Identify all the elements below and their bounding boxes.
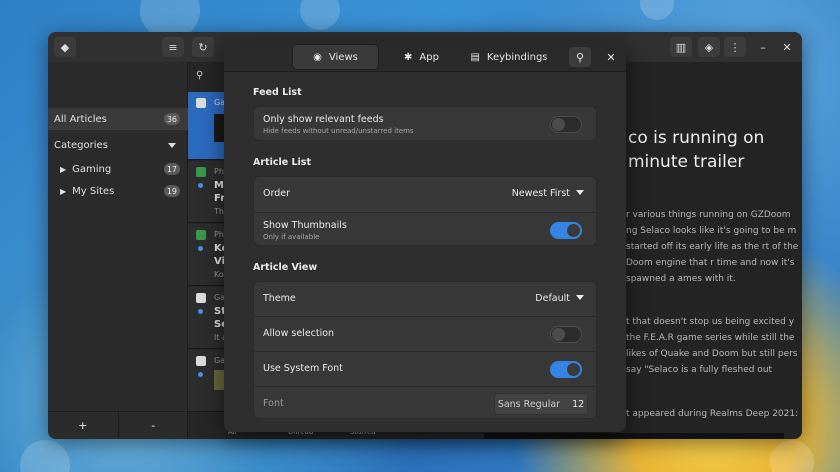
add-feed-button[interactable]: + <box>48 412 119 439</box>
embedded-video <box>484 433 784 439</box>
section-title-feed-list: Feed List <box>253 87 302 98</box>
wallpaper-bubble <box>20 440 70 472</box>
wallpaper-bubble <box>640 0 674 20</box>
unread-dot <box>198 309 203 314</box>
unread-count-badge: 17 <box>163 163 180 175</box>
feed-icon <box>196 98 206 108</box>
font-size: 12 <box>572 398 585 410</box>
allow-selection-row[interactable]: Allow selection <box>254 316 596 351</box>
unread-count-badge: 36 <box>163 113 180 125</box>
font-name: Sans Regular <box>497 398 561 410</box>
gear-icon: ✱ <box>404 51 413 63</box>
sidebar-item-label: My Sites <box>72 185 115 197</box>
allow-selection-label: Allow selection <box>263 328 335 339</box>
only-relevant-feeds-row[interactable]: Only show relevant feeds Hide feeds with… <box>254 107 596 140</box>
close-window-icon[interactable]: ✕ <box>776 37 798 57</box>
order-dropdown[interactable]: Newest First <box>512 188 584 199</box>
minimize-icon[interactable]: – <box>752 37 774 57</box>
show-thumbnails-label: Show Thumbnails <box>263 220 347 231</box>
chevron-down-icon <box>168 143 176 148</box>
tab-label: Keybindings <box>486 51 548 63</box>
show-thumbnails-toggle[interactable] <box>550 222 582 239</box>
chevron-right-icon: ▶ <box>60 186 67 196</box>
tag-icon[interactable]: ◈ <box>698 37 720 57</box>
article-list-card: Order Newest First Show Thumbnails Only … <box>253 176 597 246</box>
unread-dot <box>198 183 203 188</box>
close-icon[interactable]: ✕ <box>600 47 622 67</box>
show-thumbnails-row[interactable]: Show Thumbnails Only if available <box>254 212 596 245</box>
sidebar-item-label: All Articles <box>54 113 107 125</box>
order-value: Newest First <box>511 188 570 199</box>
theme-row[interactable]: Theme Default <box>254 282 596 316</box>
sidebar-item-gaming[interactable]: ▶ Gaming 17 <box>48 158 188 180</box>
eye-icon: ◉ <box>313 51 322 63</box>
reader-icon[interactable]: ▥ <box>670 37 692 57</box>
remove-feed-button[interactable]: - <box>119 412 189 439</box>
font-label: Font <box>263 398 284 409</box>
wallpaper-bubble <box>300 0 340 30</box>
section-title-article-list: Article List <box>253 157 311 168</box>
theme-dropdown[interactable]: Default <box>535 293 584 304</box>
article-title: co is running on minute trailer <box>628 128 765 172</box>
feed-source: Ph <box>214 167 224 176</box>
order-row[interactable]: Order Newest First <box>254 177 596 212</box>
feed-source: Ph <box>214 230 224 239</box>
theme-value: Default <box>535 293 570 304</box>
sidebar-item-all-articles[interactable]: All Articles 36 <box>48 108 188 130</box>
section-title-article-view: Article View <box>253 262 318 273</box>
dialog-header: ◉ Views ✱ App ▤ Keybindings ⚲ ✕ <box>224 42 626 72</box>
tab-label: App <box>419 51 439 63</box>
unread-dot <box>198 246 203 251</box>
feed-icon <box>196 356 206 366</box>
more-menu-icon[interactable]: ⋮ <box>724 37 746 57</box>
sidebar-menu-icon[interactable]: ≡ <box>162 37 184 57</box>
chevron-down-icon <box>576 190 584 195</box>
keyboard-icon: ▤ <box>470 51 480 63</box>
font-chooser-button[interactable]: Sans Regular 12 <box>494 393 588 415</box>
system-font-label: Use System Font <box>263 363 343 374</box>
search-icon[interactable]: ⚲ <box>569 47 591 67</box>
refresh-icon[interactable]: ↻ <box>192 37 214 57</box>
allow-selection-toggle[interactable] <box>550 326 582 343</box>
article-paragraph: t appeared during Realms Deep 2021: <box>626 409 799 419</box>
article-view-card: Theme Default Allow selection Use System… <box>253 281 597 419</box>
feed-icon <box>196 293 206 303</box>
sidebar: All Articles 36 Categories ▶ Gaming 17 ▶… <box>48 62 188 439</box>
chevron-down-icon <box>576 295 584 300</box>
system-font-row[interactable]: Use System Font <box>254 351 596 386</box>
feed-list-card: Only show relevant feeds Hide feeds with… <box>253 106 597 141</box>
preferences-dialog: ◉ Views ✱ App ▤ Keybindings ⚲ ✕ Feed Lis… <box>224 42 626 432</box>
sidebar-item-my-sites[interactable]: ▶ My Sites 19 <box>48 180 188 202</box>
only-relevant-feeds-toggle[interactable] <box>550 116 582 133</box>
categories-label: Categories <box>54 139 108 151</box>
tab-keybindings[interactable]: ▤ Keybindings <box>464 44 554 70</box>
only-relevant-feeds-subtitle: Hide feeds without unread/unstarred item… <box>263 127 414 135</box>
only-relevant-feeds-label: Only show relevant feeds <box>263 114 384 125</box>
feed-icon <box>196 167 206 177</box>
font-row: Font Sans Regular 12 <box>254 386 596 418</box>
article-snippet: Ko <box>214 270 224 279</box>
article-snippet: Th <box>214 207 224 216</box>
tab-views[interactable]: ◉ Views <box>292 44 379 70</box>
system-font-toggle[interactable] <box>550 361 582 378</box>
tab-app[interactable]: ✱ App <box>384 44 459 70</box>
chevron-right-icon: ▶ <box>60 164 67 174</box>
wallpaper-bubble <box>770 440 814 472</box>
search-icon[interactable]: ⚲ <box>196 70 203 81</box>
unread-count-badge: 19 <box>163 185 180 197</box>
article-paragraph: r various things running on GZDoom ng Se… <box>626 210 799 284</box>
sidebar-item-label: Gaming <box>72 163 112 175</box>
feed-icon <box>196 230 206 240</box>
order-label: Order <box>263 188 290 199</box>
show-thumbnails-subtitle: Only if available <box>263 233 320 241</box>
theme-label: Theme <box>263 293 296 304</box>
article-paragraph: t that doesn't stop us being excited y t… <box>626 317 798 375</box>
unread-dot <box>198 372 203 377</box>
tab-label: Views <box>328 51 358 63</box>
sidebar-footer: + - <box>48 411 188 439</box>
app-menu-icon[interactable]: ◆ <box>54 37 76 57</box>
sidebar-categories-header[interactable]: Categories <box>48 134 188 156</box>
